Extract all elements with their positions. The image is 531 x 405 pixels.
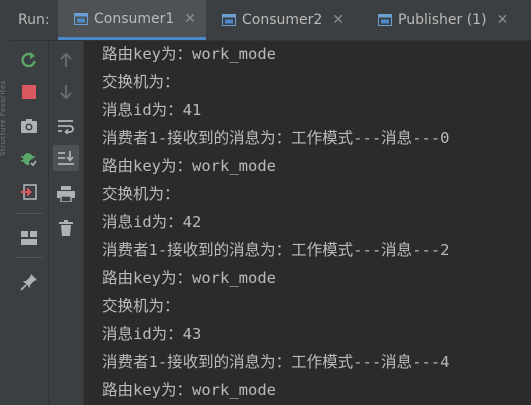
run-label: Run: bbox=[18, 12, 50, 28]
console-line: 消费者1-接收到的消息为：工作模式---消息---0 bbox=[102, 129, 450, 147]
run-tabs-header: Run: Consumer1 ✕ Consumer2 ✕ Publisher (… bbox=[10, 0, 531, 41]
up-arrow-icon[interactable] bbox=[55, 49, 77, 71]
console-line: 消息id为：42 bbox=[102, 213, 202, 231]
console-tab-icon bbox=[74, 12, 88, 25]
tab-label: Consumer2 bbox=[242, 12, 323, 28]
tab-consumer1[interactable]: Consumer1 ✕ bbox=[58, 0, 206, 40]
run-actions-toolbar bbox=[10, 41, 49, 405]
pin-icon[interactable] bbox=[18, 271, 40, 293]
console-output[interactable]: 路由key为：work_mode 交换机为： 消息id为：41 消费者1-接收到… bbox=[84, 41, 531, 405]
console-line: 交换机为： bbox=[102, 73, 180, 91]
console-line: 交换机为： bbox=[102, 185, 180, 203]
trash-icon[interactable] bbox=[55, 217, 77, 239]
tab-consumer2[interactable]: Consumer2 ✕ bbox=[212, 0, 362, 40]
console-line: 路由key为：work_mode bbox=[102, 381, 276, 399]
exit-icon[interactable] bbox=[18, 181, 40, 203]
run-tool-window: Structure Favorites Run: Consumer1 ✕ Con… bbox=[0, 0, 531, 405]
soft-wrap-icon[interactable] bbox=[55, 115, 77, 137]
layout-icon[interactable] bbox=[18, 227, 40, 249]
console-line: 路由key为：work_mode bbox=[102, 45, 276, 63]
down-arrow-icon[interactable] bbox=[55, 81, 77, 103]
rerun-icon[interactable] bbox=[18, 49, 40, 71]
print-icon[interactable] bbox=[55, 183, 77, 205]
console-line: 交换机为： bbox=[102, 297, 180, 315]
console-tab-icon bbox=[378, 14, 392, 26]
close-icon[interactable]: ✕ bbox=[332, 12, 344, 28]
console-line: 消费者1-接收到的消息为：工作模式---消息---2 bbox=[102, 241, 450, 259]
side-tool-label[interactable]: Structure Favorites bbox=[0, 80, 9, 156]
console-tab-icon bbox=[222, 14, 236, 26]
scroll-to-end-icon[interactable] bbox=[53, 145, 79, 171]
tab-publisher[interactable]: Publisher (1) ✕ bbox=[368, 0, 531, 40]
debug-bug-icon[interactable] bbox=[18, 147, 40, 169]
console-line: 消息id为：41 bbox=[102, 101, 202, 119]
console-actions-toolbar bbox=[49, 41, 84, 405]
console-line: 消费者1-接收到的消息为：工作模式---消息---4 bbox=[102, 353, 450, 371]
console-line: 路由key为：work_mode bbox=[102, 157, 276, 175]
toolbar-separator bbox=[16, 213, 42, 214]
tab-label: Publisher (1) bbox=[398, 12, 487, 28]
close-icon[interactable]: ✕ bbox=[184, 11, 196, 27]
toolbar-separator bbox=[16, 257, 42, 258]
close-icon[interactable]: ✕ bbox=[497, 12, 509, 28]
console-line: 路由key为：work_mode bbox=[102, 269, 276, 287]
stop-icon[interactable] bbox=[18, 81, 40, 103]
tab-label: Consumer1 bbox=[94, 10, 175, 27]
camera-icon[interactable] bbox=[18, 115, 40, 137]
console-line: 消息id为：43 bbox=[102, 325, 202, 343]
